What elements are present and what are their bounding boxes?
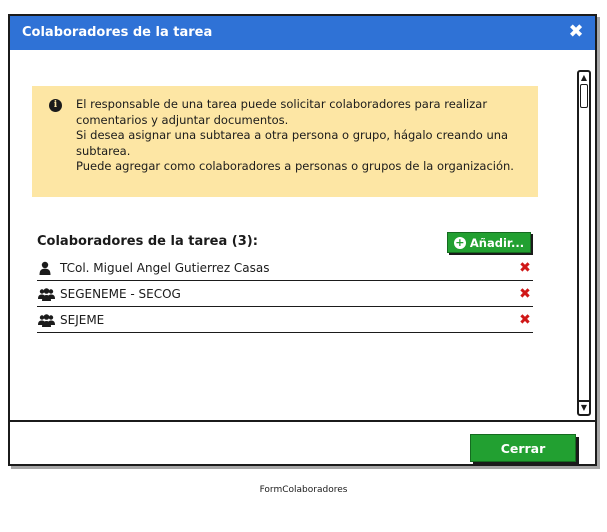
dialog-window: Colaboradores de la tarea ✖ ▲ ▼ i El res… [8,14,597,466]
info-box: i El responsable de una tarea puede soli… [32,86,538,197]
title-bar: Colaboradores de la tarea ✖ [10,16,595,50]
remove-icon[interactable]: ✖ [519,313,531,327]
add-button-label: Añadir... [469,235,525,250]
group-icon [38,287,55,301]
form-caption: FormColaboradores [259,485,348,495]
close-icon[interactable]: ✖ [567,23,585,41]
user-icon [38,261,54,275]
dialog-content: ▲ ▼ i El responsable de una tarea puede … [10,50,595,422]
list-item[interactable]: TCol. Miguel Angel Gutierrez Casas ✖ [37,255,533,281]
plus-circle-icon: + [453,235,466,249]
group-icon [38,313,55,327]
scroll-thumb[interactable] [580,84,588,108]
list-item[interactable]: SEGENEME - SECOG ✖ [37,281,533,307]
scroll-up-icon[interactable]: ▲ [579,72,589,84]
info-circle-icon: i [49,99,62,112]
list-item[interactable]: SEJEME ✖ [37,307,533,333]
collaborator-name: SEGENEME - SECOG [60,286,181,301]
collaborators-title: Colaboradores de la tarea (3): [37,234,258,249]
add-collaborator-button[interactable]: + Añadir... [447,232,531,253]
collaborators-list: TCol. Miguel Angel Gutierrez Casas ✖ SEG… [37,255,533,333]
collaborator-name: TCol. Miguel Angel Gutierrez Casas [60,260,270,275]
remove-icon[interactable]: ✖ [519,261,531,275]
vertical-scrollbar[interactable]: ▲ ▼ [577,70,591,416]
info-line-3: Puede agregar como colaboradores a perso… [76,159,514,173]
close-button[interactable]: Cerrar [470,434,576,462]
scroll-down-icon[interactable]: ▼ [579,400,589,414]
collaborator-name: SEJEME [60,312,105,327]
dialog-title: Colaboradores de la tarea [22,25,213,40]
info-line-2: Si desea asignar una subtarea a otra per… [76,128,509,158]
info-line-1: El responsable de una tarea puede solici… [76,97,488,127]
remove-icon[interactable]: ✖ [519,287,531,301]
